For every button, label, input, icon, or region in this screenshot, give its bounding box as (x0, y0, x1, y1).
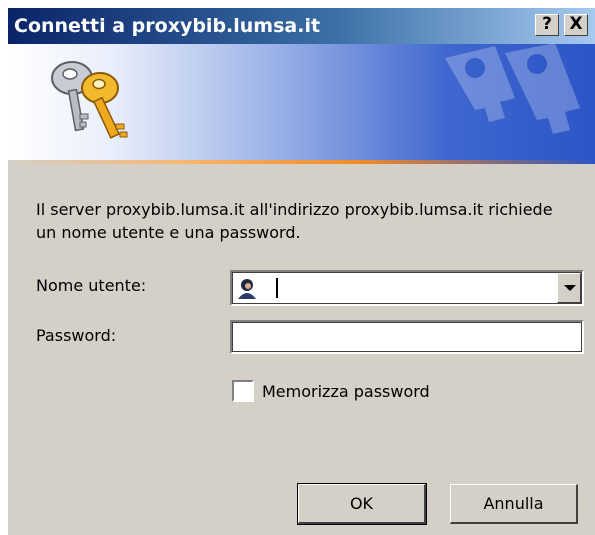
username-combobox[interactable] (230, 270, 584, 306)
login-dialog: Connetti a proxybib.lumsa.it ? X Il serv… (6, 6, 595, 535)
prompt-message: Il server proxybib.lumsa.it all'indirizz… (36, 200, 553, 242)
window-title: Connetti a proxybib.lumsa.it (14, 15, 321, 37)
close-button[interactable]: X (564, 14, 588, 36)
username-label: Nome utente: (36, 276, 147, 295)
cancel-button[interactable]: Annulla (450, 484, 578, 524)
dropdown-arrow-icon[interactable] (557, 273, 581, 303)
text-cursor (276, 278, 278, 298)
user-icon (236, 277, 258, 299)
help-button[interactable]: ? (535, 14, 559, 36)
banner-divider (8, 160, 595, 164)
password-label: Password: (36, 326, 117, 345)
remember-password-checkbox[interactable] (232, 380, 254, 402)
keys-icon (51, 61, 128, 139)
remember-password-label[interactable]: Memorizza password (262, 382, 430, 401)
password-field[interactable] (230, 320, 584, 354)
ok-button[interactable]: OK (297, 483, 427, 525)
keys-watermark-icon (445, 44, 580, 134)
title-bar[interactable]: Connetti a proxybib.lumsa.it ? X (8, 8, 595, 44)
